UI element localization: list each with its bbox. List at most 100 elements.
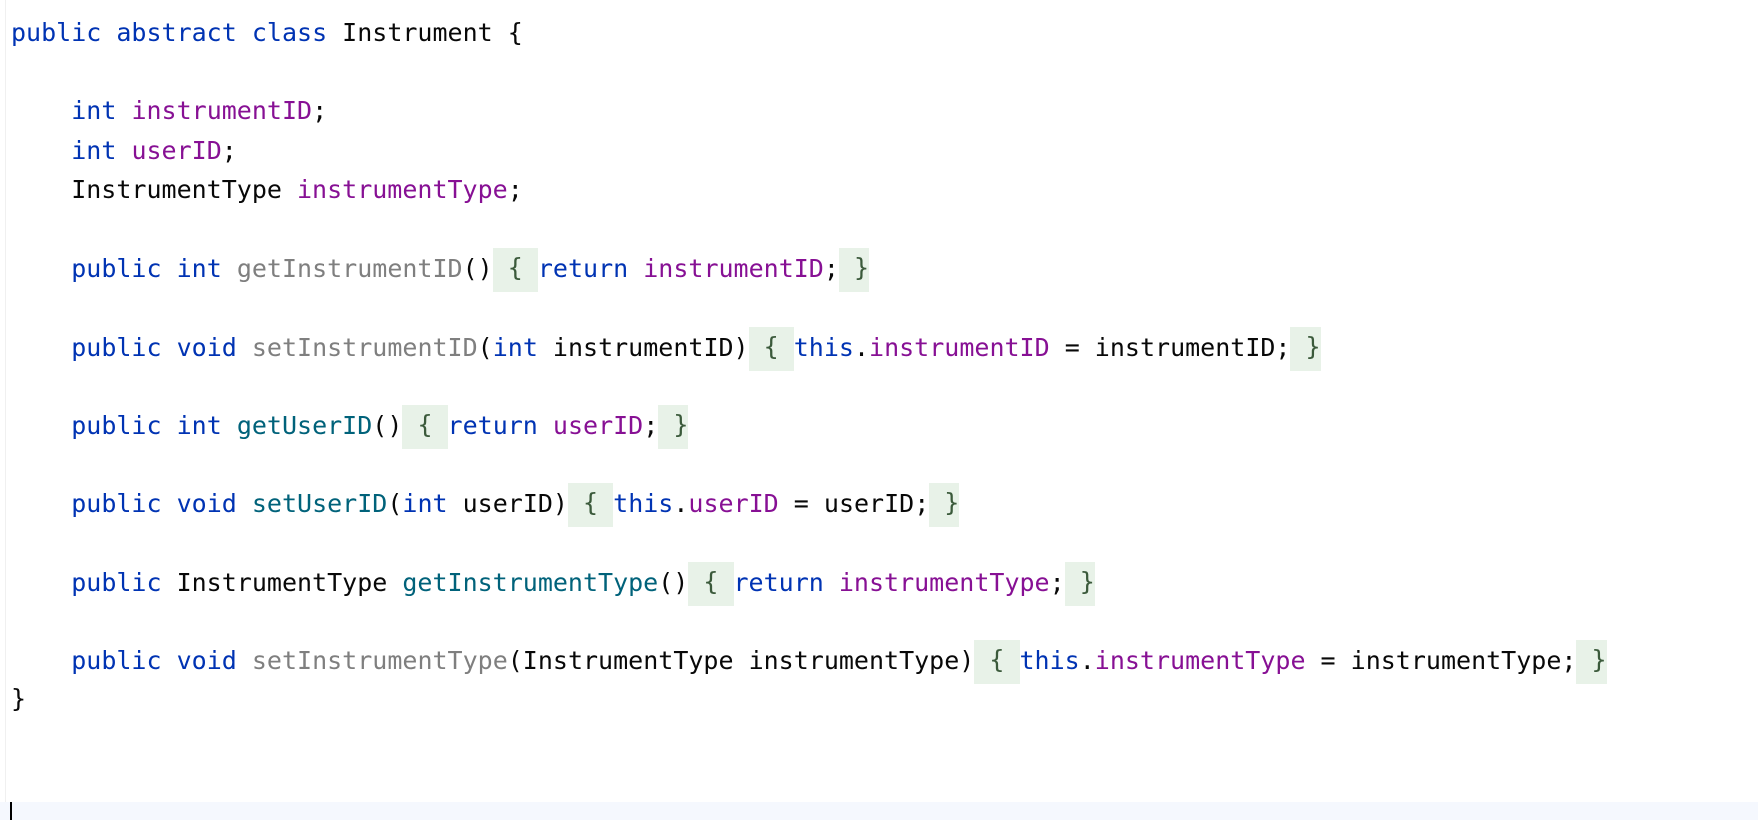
code-line[interactable]: public void setUserID(int userID) { this…	[11, 483, 960, 528]
code-text: ;	[507, 174, 523, 204]
code-text: ;	[643, 411, 659, 440]
folded-region-marker[interactable]: }	[1576, 640, 1607, 685]
keyword-token: int	[176, 254, 222, 284]
keyword-token: int	[71, 96, 117, 126]
keyword-token: void	[176, 332, 237, 362]
current-line-highlight	[0, 802, 1758, 820]
gutter-edge	[5, 0, 6, 820]
field-token: userID	[552, 411, 644, 440]
code-line[interactable]: InstrumentType instrumentType;	[11, 170, 523, 210]
field-token: instrumentID	[643, 254, 824, 284]
code-text: ()	[372, 411, 403, 440]
code-line[interactable]: public int getInstrumentID() { return in…	[11, 248, 870, 293]
code-text: (InstrumentType instrumentType)	[507, 646, 975, 676]
field-token: userID	[688, 489, 779, 519]
code-text: = instrumentID;	[1049, 332, 1291, 362]
keyword-token: int	[71, 135, 117, 165]
keyword-token: abstract	[116, 18, 237, 47]
folded-region-marker[interactable]: {	[492, 248, 538, 293]
code-text: }	[11, 684, 27, 714]
text-caret	[10, 802, 12, 820]
keyword-token: void	[176, 646, 237, 676]
code-text: = instrumentType;	[1305, 646, 1577, 676]
code-text: InstrumentType	[11, 174, 297, 204]
method-name-token: getUserID	[236, 411, 373, 440]
folded-region-marker[interactable]: {	[974, 640, 1020, 685]
code-line[interactable]: }	[11, 679, 26, 719]
unused-method-name-token: setInstrumentType	[251, 646, 508, 676]
folded-region-marker[interactable]: {	[567, 483, 614, 528]
code-editor[interactable]: public abstract class Instrument { int i…	[0, 0, 1758, 820]
code-text: ()	[658, 567, 689, 597]
code-line[interactable]: int instrumentID;	[11, 91, 327, 131]
method-name-token: getInstrumentType	[402, 567, 659, 597]
keyword-token: public	[71, 567, 162, 597]
code-text: instrumentID)	[537, 332, 749, 362]
keyword-token: return	[447, 411, 538, 440]
field-token: instrumentType	[296, 174, 508, 204]
folded-region-marker[interactable]: }	[658, 405, 689, 449]
keyword-token: void	[176, 489, 237, 519]
keyword-token: int	[492, 332, 538, 362]
folded-region-marker[interactable]: }	[1064, 561, 1095, 606]
code-text: userID)	[447, 489, 568, 519]
unused-method-name-token: setInstrumentID	[251, 332, 478, 362]
keyword-token: this	[793, 332, 854, 362]
code-line[interactable]: public InstrumentType getInstrumentType(…	[11, 561, 1095, 606]
keyword-token: class	[251, 18, 328, 47]
code-line[interactable]: public abstract class Instrument {	[11, 13, 523, 53]
code-text: Instrument {	[327, 18, 523, 47]
code-line[interactable]: public void setInstrumentID(int instrume…	[11, 326, 1321, 371]
code-line[interactable]: public void setInstrumentType(Instrument…	[11, 640, 1607, 685]
field-token: userID	[131, 135, 222, 165]
field-token: instrumentID	[869, 332, 1050, 362]
method-name-token: setUserID	[251, 489, 388, 519]
field-token: instrumentID	[131, 96, 313, 126]
code-text: .	[673, 489, 689, 519]
folded-region-marker[interactable]: }	[838, 248, 870, 293]
keyword-token: public	[71, 254, 162, 284]
folded-region-marker[interactable]: {	[402, 405, 448, 449]
folded-region-marker[interactable]: {	[748, 326, 794, 371]
keyword-token: public	[71, 646, 162, 676]
code-text: ;	[221, 135, 237, 165]
code-text: = userID;	[778, 489, 930, 519]
code-line[interactable]: public int getUserID() { return userID; …	[11, 405, 689, 449]
keyword-token: public	[71, 489, 162, 519]
folded-region-marker[interactable]: }	[1290, 326, 1321, 371]
code-text: ;	[823, 254, 839, 284]
keyword-token: int	[402, 489, 448, 519]
folded-region-marker[interactable]: {	[688, 561, 734, 606]
keyword-token: return	[733, 567, 824, 597]
code-text: .	[1079, 646, 1095, 676]
keyword-token: this	[1019, 646, 1080, 676]
code-text: (	[387, 489, 403, 519]
field-token: instrumentType	[1094, 646, 1306, 676]
code-line[interactable]: int userID;	[11, 131, 237, 171]
folded-region-marker[interactable]: }	[929, 483, 960, 528]
keyword-token: public	[71, 411, 162, 440]
code-text: .	[853, 332, 870, 362]
